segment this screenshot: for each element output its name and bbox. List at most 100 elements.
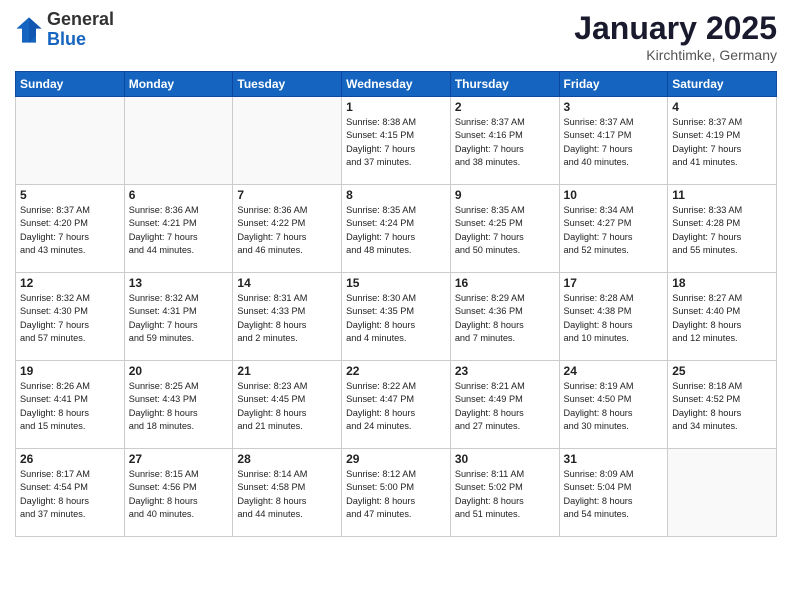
day-number: 21 (237, 364, 337, 378)
day-info: Sunrise: 8:21 AM Sunset: 4:49 PM Dayligh… (455, 380, 555, 433)
calendar-cell: 8 Sunrise: 8:35 AM Sunset: 4:24 PM Daylig… (342, 185, 451, 273)
day-number: 5 (20, 188, 120, 202)
calendar-cell: 3Sunrise: 8:37 AM Sunset: 4:17 PM Daylig… (559, 97, 668, 185)
calendar-week-2: 12 Sunrise: 8:32 AM Sunset: 4:30 PM Dayli… (16, 273, 777, 361)
day-info: Sunrise: 8:14 AM Sunset: 4:58 PM Dayligh… (237, 468, 337, 521)
weekday-monday: Monday (124, 72, 233, 97)
day-number: 10 (564, 188, 664, 202)
day-info: Sunrise: 8:26 AM Sunset: 4:41 PM Dayligh… (20, 380, 120, 433)
weekday-tuesday: Tuesday (233, 72, 342, 97)
calendar-cell: 31 Sunrise: 8:09 AM Sunset: 5:04 PM Dayli… (559, 449, 668, 537)
calendar-cell: 22 Sunrise: 8:22 AM Sunset: 4:47 PM Dayli… (342, 361, 451, 449)
day-number: 24 (564, 364, 664, 378)
day-number: 26 (20, 452, 120, 466)
calendar-header: SundayMondayTuesdayWednesdayThursdayFrid… (16, 72, 777, 97)
calendar-body: 1 Sunrise: 8:38 AM Sunset: 4:15 PM Daylig… (16, 97, 777, 537)
calendar-cell: 5Sunrise: 8:37 AM Sunset: 4:20 PM Daylig… (16, 185, 125, 273)
day-number: 27 (129, 452, 229, 466)
day-number: 25 (672, 364, 772, 378)
day-info: Sunrise: 8:12 AM Sunset: 5:00 PM Dayligh… (346, 468, 446, 521)
day-number: 22 (346, 364, 446, 378)
weekday-thursday: Thursday (450, 72, 559, 97)
logo-icon (15, 16, 43, 44)
calendar-week-4: 26 Sunrise: 8:17 AM Sunset: 4:54 PM Dayli… (16, 449, 777, 537)
calendar-cell: 30 Sunrise: 8:11 AM Sunset: 5:02 PM Dayli… (450, 449, 559, 537)
calendar-cell (233, 97, 342, 185)
logo-general: General (47, 10, 114, 30)
weekday-saturday: Saturday (668, 72, 777, 97)
day-info: Sunrise: 8:11 AM Sunset: 5:02 PM Dayligh… (455, 468, 555, 521)
weekday-friday: Friday (559, 72, 668, 97)
day-info: Sunrise: 8:19 AM Sunset: 4:50 PM Dayligh… (564, 380, 664, 433)
day-info: Sunrise: 8:29 AM Sunset: 4:36 PM Dayligh… (455, 292, 555, 345)
logo: General Blue (15, 10, 114, 50)
calendar-cell: 6Sunrise: 8:36 AM Sunset: 4:21 PM Daylig… (124, 185, 233, 273)
title-block: January 2025 Kirchtimke, Germany (574, 10, 777, 63)
day-info: Sunrise: 8:09 AM Sunset: 5:04 PM Dayligh… (564, 468, 664, 521)
location: Kirchtimke, Germany (574, 47, 777, 63)
day-info: Sunrise: 8:37 AM Sunset: 4:17 PM Dayligh… (564, 116, 664, 169)
logo-text: General Blue (47, 10, 114, 50)
day-number: 31 (564, 452, 664, 466)
weekday-header-row: SundayMondayTuesdayWednesdayThursdayFrid… (16, 72, 777, 97)
day-number: 18 (672, 276, 772, 290)
calendar-cell: 18 Sunrise: 8:27 AM Sunset: 4:40 PM Dayli… (668, 273, 777, 361)
weekday-sunday: Sunday (16, 72, 125, 97)
day-number: 12 (20, 276, 120, 290)
day-number: 1 (346, 100, 446, 114)
day-number: 16 (455, 276, 555, 290)
day-number: 11 (672, 188, 772, 202)
logo-blue: Blue (47, 30, 114, 50)
day-number: 17 (564, 276, 664, 290)
calendar-cell (16, 97, 125, 185)
day-number: 9 (455, 188, 555, 202)
calendar-cell: 19Sunrise: 8:26 AM Sunset: 4:41 PM Dayli… (16, 361, 125, 449)
calendar-week-0: 1 Sunrise: 8:38 AM Sunset: 4:15 PM Daylig… (16, 97, 777, 185)
day-info: Sunrise: 8:30 AM Sunset: 4:35 PM Dayligh… (346, 292, 446, 345)
day-info: Sunrise: 8:35 AM Sunset: 4:24 PM Dayligh… (346, 204, 446, 257)
day-number: 30 (455, 452, 555, 466)
day-number: 15 (346, 276, 446, 290)
day-info: Sunrise: 8:17 AM Sunset: 4:54 PM Dayligh… (20, 468, 120, 521)
calendar-cell: 23 Sunrise: 8:21 AM Sunset: 4:49 PM Dayli… (450, 361, 559, 449)
calendar-cell: 2Sunrise: 8:37 AM Sunset: 4:16 PM Daylig… (450, 97, 559, 185)
day-number: 4 (672, 100, 772, 114)
calendar-cell (668, 449, 777, 537)
header: General Blue January 2025 Kirchtimke, Ge… (15, 10, 777, 63)
weekday-wednesday: Wednesday (342, 72, 451, 97)
day-info: Sunrise: 8:33 AM Sunset: 4:28 PM Dayligh… (672, 204, 772, 257)
calendar-cell: 21Sunrise: 8:23 AM Sunset: 4:45 PM Dayli… (233, 361, 342, 449)
day-number: 6 (129, 188, 229, 202)
day-number: 8 (346, 188, 446, 202)
calendar-cell: 26 Sunrise: 8:17 AM Sunset: 4:54 PM Dayli… (16, 449, 125, 537)
calendar-cell: 15 Sunrise: 8:30 AM Sunset: 4:35 PM Dayli… (342, 273, 451, 361)
day-info: Sunrise: 8:34 AM Sunset: 4:27 PM Dayligh… (564, 204, 664, 257)
calendar-cell: 17Sunrise: 8:28 AM Sunset: 4:38 PM Dayli… (559, 273, 668, 361)
day-info: Sunrise: 8:31 AM Sunset: 4:33 PM Dayligh… (237, 292, 337, 345)
calendar-cell: 25Sunrise: 8:18 AM Sunset: 4:52 PM Dayli… (668, 361, 777, 449)
day-number: 23 (455, 364, 555, 378)
day-info: Sunrise: 8:25 AM Sunset: 4:43 PM Dayligh… (129, 380, 229, 433)
day-info: Sunrise: 8:35 AM Sunset: 4:25 PM Dayligh… (455, 204, 555, 257)
page-container: General Blue January 2025 Kirchtimke, Ge… (0, 0, 792, 547)
day-info: Sunrise: 8:37 AM Sunset: 4:16 PM Dayligh… (455, 116, 555, 169)
day-number: 13 (129, 276, 229, 290)
day-info: Sunrise: 8:37 AM Sunset: 4:19 PM Dayligh… (672, 116, 772, 169)
calendar-cell: 9 Sunrise: 8:35 AM Sunset: 4:25 PM Daylig… (450, 185, 559, 273)
calendar-cell: 1 Sunrise: 8:38 AM Sunset: 4:15 PM Daylig… (342, 97, 451, 185)
day-info: Sunrise: 8:22 AM Sunset: 4:47 PM Dayligh… (346, 380, 446, 433)
day-number: 20 (129, 364, 229, 378)
day-info: Sunrise: 8:36 AM Sunset: 4:22 PM Dayligh… (237, 204, 337, 257)
calendar-cell: 24 Sunrise: 8:19 AM Sunset: 4:50 PM Dayli… (559, 361, 668, 449)
day-info: Sunrise: 8:38 AM Sunset: 4:15 PM Dayligh… (346, 116, 446, 169)
calendar-cell: 10 Sunrise: 8:34 AM Sunset: 4:27 PM Dayli… (559, 185, 668, 273)
calendar-cell: 7 Sunrise: 8:36 AM Sunset: 4:22 PM Daylig… (233, 185, 342, 273)
calendar-cell: 12 Sunrise: 8:32 AM Sunset: 4:30 PM Dayli… (16, 273, 125, 361)
day-info: Sunrise: 8:27 AM Sunset: 4:40 PM Dayligh… (672, 292, 772, 345)
calendar-cell: 13Sunrise: 8:32 AM Sunset: 4:31 PM Dayli… (124, 273, 233, 361)
day-number: 7 (237, 188, 337, 202)
calendar-cell: 16 Sunrise: 8:29 AM Sunset: 4:36 PM Dayli… (450, 273, 559, 361)
calendar-week-3: 19Sunrise: 8:26 AM Sunset: 4:41 PM Dayli… (16, 361, 777, 449)
calendar-cell: 20 Sunrise: 8:25 AM Sunset: 4:43 PM Dayli… (124, 361, 233, 449)
day-info: Sunrise: 8:32 AM Sunset: 4:30 PM Dayligh… (20, 292, 120, 345)
